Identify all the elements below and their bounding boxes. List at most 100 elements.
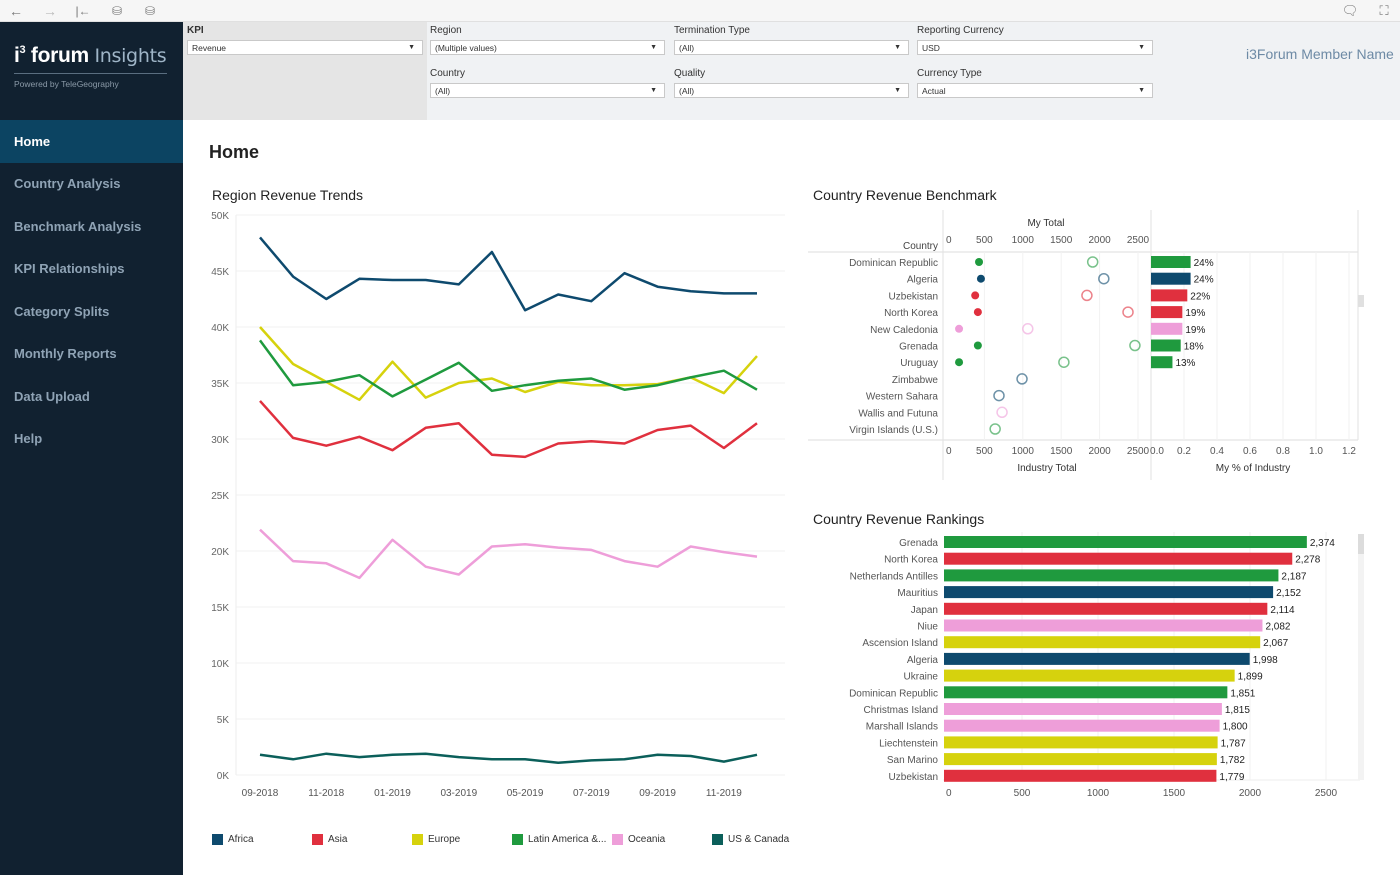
my-total-dot xyxy=(955,324,964,333)
page-title: Home xyxy=(209,142,260,162)
y-tick-label: 0K xyxy=(217,771,230,782)
industry-total-dot xyxy=(1022,323,1034,335)
reporting-currency-select[interactable]: USD ▼ xyxy=(917,40,1153,55)
quality-select[interactable]: (All) ▼ xyxy=(674,83,909,98)
sidebar-item-country-analysis[interactable]: Country Analysis xyxy=(0,163,183,206)
region-label: Region xyxy=(430,25,462,36)
pct-label: 22% xyxy=(1190,291,1210,302)
back-icon[interactable]: ← xyxy=(6,2,26,20)
top-axis-tick: 2000 xyxy=(1088,235,1111,246)
x-tick-label: 05-2019 xyxy=(507,788,544,799)
pause-updates-icon[interactable]: ⛁ xyxy=(140,2,160,20)
series-line-us-canada xyxy=(259,752,758,764)
industry-total-dot xyxy=(1098,272,1110,285)
my-total-dot xyxy=(971,291,980,300)
pct-label: 24% xyxy=(1194,275,1214,286)
pct-axis-tick: 0.4 xyxy=(1210,446,1224,457)
sidebar-item-home[interactable]: Home xyxy=(0,120,183,163)
industry-total-dot xyxy=(1058,356,1070,368)
kpi-filter-zone: KPI Revenue ▼ xyxy=(183,22,427,120)
legend-item-oceania[interactable]: Oceania xyxy=(612,834,665,845)
country-label: Netherlands Antilles xyxy=(850,571,938,582)
country-label: Japan xyxy=(911,605,938,616)
comment-icon[interactable]: 🗨 xyxy=(1340,2,1360,20)
ranking-bar xyxy=(944,769,1217,782)
legend-item-europe[interactable]: Europe xyxy=(412,834,460,845)
country-label: Dominican Republic xyxy=(849,688,938,699)
industry-total-dot xyxy=(1122,306,1134,318)
y-tick-label: 50K xyxy=(211,211,229,222)
legend-swatch xyxy=(612,834,623,845)
sidebar-item-benchmark-analysis[interactable]: Benchmark Analysis xyxy=(0,205,183,248)
currency-type-select[interactable]: Actual ▼ xyxy=(917,83,1153,98)
country-label: New Caledonia xyxy=(870,325,938,336)
legend-label: Europe xyxy=(428,834,461,845)
termination-type-select[interactable]: (All) ▼ xyxy=(674,40,909,55)
industry-total-dot xyxy=(989,423,1001,435)
value-label: 2,187 xyxy=(1281,571,1306,582)
region-select[interactable]: (Multiple values) ▼ xyxy=(430,40,665,55)
country-label: Marshall Islands xyxy=(866,722,938,733)
forward-icon[interactable]: → xyxy=(40,2,60,20)
country-label: San Marino xyxy=(887,755,939,766)
benchmark-title: Country Revenue Benchmark xyxy=(813,187,997,203)
pct-axis-tick: 0.0 xyxy=(1150,446,1164,457)
industry-total-dot xyxy=(993,389,1005,402)
legend-label: US & Canada xyxy=(728,834,790,845)
chevron-down-icon: ▼ xyxy=(408,44,415,51)
fullscreen-icon[interactable]: ⛶ xyxy=(1374,2,1394,20)
y-tick-label: 30K xyxy=(211,435,229,446)
ranking-bar xyxy=(944,753,1217,766)
legend-item-asia[interactable]: Asia xyxy=(312,834,347,845)
country-select[interactable]: (All) ▼ xyxy=(430,83,665,98)
my-total-dot xyxy=(975,258,984,266)
value-label: 2,067 xyxy=(1263,638,1288,649)
series-line-asia xyxy=(259,400,758,459)
value-label: 1,782 xyxy=(1220,755,1245,766)
bottom-axis-tick: 1500 xyxy=(1050,446,1073,457)
pct-label: 19% xyxy=(1185,308,1205,319)
ranking-bar xyxy=(944,586,1274,599)
legend-item-latin-america[interactable]: Latin America &... xyxy=(512,834,606,845)
ranking-bar xyxy=(944,636,1261,649)
x-tick-label: 1000 xyxy=(1087,788,1110,799)
industry-total-dot xyxy=(1016,373,1028,385)
x-tick-label: 03-2019 xyxy=(440,788,477,799)
revert-icon[interactable]: |← xyxy=(73,2,93,20)
logo-accent: Insights xyxy=(94,45,167,67)
chevron-down-icon: ▼ xyxy=(894,44,901,51)
region-trends-title: Region Revenue Trends xyxy=(212,187,363,203)
refresh-data-icon[interactable]: ⛁ xyxy=(107,2,127,20)
pct-axis-tick: 0.2 xyxy=(1177,446,1191,457)
ranking-bar xyxy=(944,569,1279,582)
legend-label: Africa xyxy=(228,834,254,845)
legend-label: Asia xyxy=(328,834,348,845)
pct-label: 18% xyxy=(1184,342,1204,353)
logo-brand: forum xyxy=(25,44,95,67)
kpi-select[interactable]: Revenue ▼ xyxy=(187,40,423,55)
value-label: 1,851 xyxy=(1230,688,1255,699)
kpi-filter: KPI Revenue ▼ xyxy=(187,25,423,55)
region-value: (Multiple values) xyxy=(435,42,497,53)
ranking-bar xyxy=(944,552,1293,565)
sidebar-item-help[interactable]: Help xyxy=(0,418,183,461)
legend-item-africa[interactable]: Africa xyxy=(212,834,254,845)
legend-swatch xyxy=(712,834,723,845)
top-axis-title: My Total xyxy=(1027,218,1064,229)
filter-panel: KPI Revenue ▼ Region (Multiple values) ▼ T… xyxy=(183,22,1400,120)
pct-axis-title: My % of Industry xyxy=(1216,463,1290,474)
sidebar-item-monthly-reports[interactable]: Monthly Reports xyxy=(0,333,183,376)
bottom-axis-tick: 1000 xyxy=(1012,446,1035,457)
sidebar-item-category-splits[interactable]: Category Splits xyxy=(0,290,183,333)
sidebar-item-data-upload[interactable]: Data Upload xyxy=(0,375,183,418)
sidebar-item-kpi-relationships[interactable]: KPI Relationships xyxy=(0,248,183,291)
legend-item-us-canada[interactable]: US & Canada xyxy=(712,834,789,845)
reporting-currency-filter: Reporting Currency USD ▼ xyxy=(917,25,1153,55)
my-total-dot xyxy=(976,274,985,283)
chevron-down-icon: ▼ xyxy=(1138,87,1145,94)
bottom-axis-tick: 500 xyxy=(976,446,993,457)
bottom-axis-title: Industry Total xyxy=(1017,463,1076,474)
x-tick-label: 2500 xyxy=(1315,788,1338,799)
pct-bar xyxy=(1151,272,1191,285)
scrollbar-thumb xyxy=(1358,534,1364,554)
